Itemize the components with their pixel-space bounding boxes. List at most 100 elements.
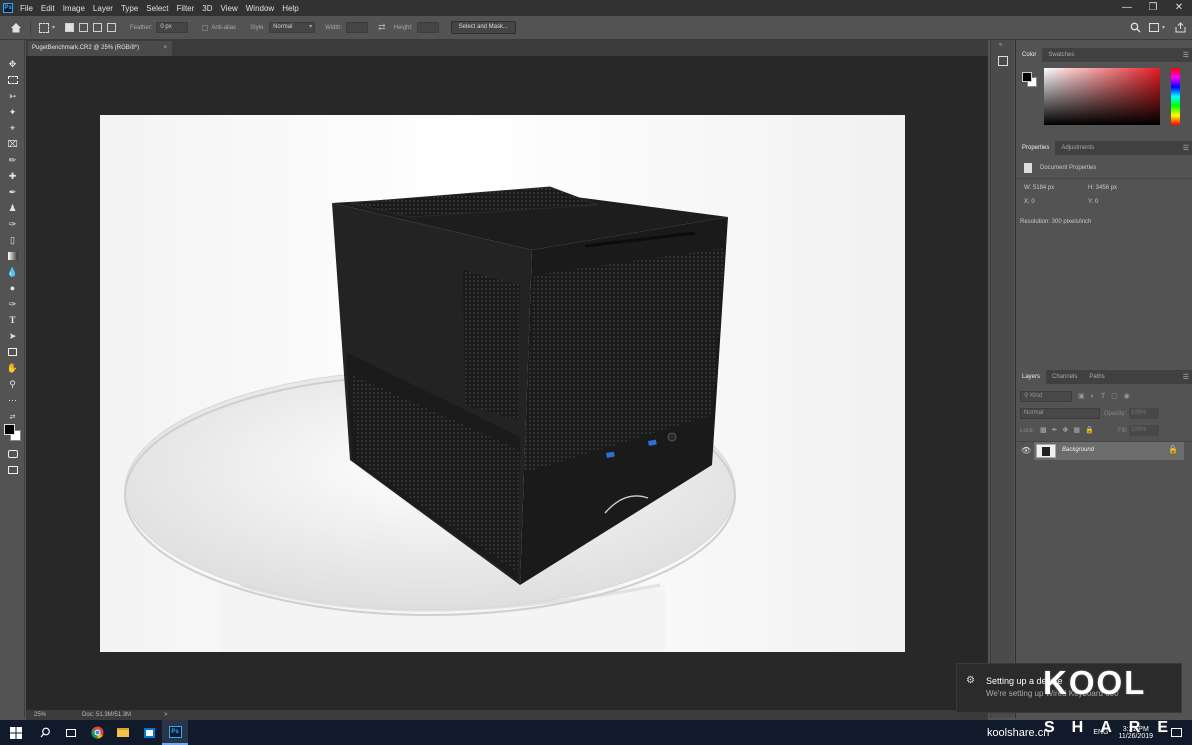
share-icon[interactable] xyxy=(1175,22,1186,33)
photoshop-logo[interactable]: Ps xyxy=(3,3,13,13)
home-icon[interactable] xyxy=(10,22,22,33)
frame-tool-icon[interactable]: ⌧ xyxy=(6,138,19,150)
eraser-tool-icon[interactable]: ▯ xyxy=(6,234,19,246)
menu-window[interactable]: Window xyxy=(246,4,274,13)
status-menu-arrow[interactable]: > xyxy=(164,710,168,720)
history-brush-tool-icon[interactable]: ✑ xyxy=(6,218,19,230)
tab-channels[interactable]: Channels xyxy=(1046,370,1083,384)
zoom-level[interactable]: 25% xyxy=(34,710,46,720)
color-picker-field[interactable] xyxy=(1044,68,1160,125)
feather-input[interactable]: 0 px xyxy=(156,22,189,33)
menu-select[interactable]: Select xyxy=(146,4,168,13)
color-fg-swatch[interactable] xyxy=(1022,72,1032,82)
menu-layer[interactable]: Layer xyxy=(93,4,113,13)
chevron-down-icon[interactable]: ▾ xyxy=(1162,24,1165,31)
layer-filter-kind[interactable]: ⚲ Kind xyxy=(1020,391,1072,402)
panel-menu-icon[interactable]: ☰ xyxy=(1183,373,1189,381)
search-icon[interactable] xyxy=(1130,22,1141,33)
close-document-icon[interactable]: × xyxy=(163,41,167,56)
menu-view[interactable]: View xyxy=(221,4,238,13)
file-explorer-icon[interactable] xyxy=(110,720,136,745)
menu-file[interactable]: File xyxy=(20,4,33,13)
type-tool-icon[interactable]: T xyxy=(6,314,19,326)
store-icon[interactable] xyxy=(136,720,162,745)
swap-icon[interactable]: ⇄ xyxy=(378,22,386,33)
blur-tool-icon[interactable]: 💧 xyxy=(6,266,19,278)
doc-x[interactable]: X: 0 xyxy=(1024,199,1035,205)
select-and-mask-button[interactable]: Select and Mask... xyxy=(450,21,517,34)
intersect-selection-icon[interactable] xyxy=(107,23,117,32)
menu-image[interactable]: Image xyxy=(63,4,85,13)
tab-paths[interactable]: Paths xyxy=(1083,370,1110,384)
subtract-selection-icon[interactable] xyxy=(93,23,103,32)
clone-stamp-tool-icon[interactable]: ♟ xyxy=(6,202,19,214)
marquee-preset-icon[interactable] xyxy=(39,22,49,33)
dodge-tool-icon[interactable]: ● xyxy=(6,282,19,294)
image-canvas[interactable] xyxy=(100,115,905,652)
eyedropper-tool-icon[interactable]: ✏ xyxy=(6,154,19,166)
lasso-tool-icon[interactable]: ➳ xyxy=(6,90,19,102)
height-input[interactable] xyxy=(416,22,439,33)
antialias-checkbox[interactable] xyxy=(202,24,209,31)
menu-edit[interactable]: Edit xyxy=(41,4,55,13)
hand-tool-icon[interactable]: ✋ xyxy=(6,362,19,374)
search-icon[interactable] xyxy=(32,720,58,745)
document-tab[interactable]: PugetBenchmark.CR2 @ 25% (RGB/8*) × xyxy=(28,41,172,56)
lock-icons[interactable]: ▩✒✥▦🔒 xyxy=(1040,426,1099,434)
chrome-icon[interactable] xyxy=(84,720,110,745)
crop-tool-icon[interactable]: ⌖ xyxy=(6,122,19,134)
healing-brush-tool-icon[interactable]: ✚ xyxy=(6,170,19,182)
eye-icon[interactable]: 👁 xyxy=(1021,446,1031,455)
hue-slider[interactable] xyxy=(1171,68,1180,125)
tab-layers[interactable]: Layers xyxy=(1016,370,1047,384)
screen-mode-icon[interactable] xyxy=(6,464,19,476)
style-select[interactable]: Normal ▾ xyxy=(269,22,316,33)
minimize-button[interactable]: — xyxy=(1114,0,1140,16)
layer-filter-icons[interactable]: ▣◐T▢◉ xyxy=(1078,392,1136,400)
doc-width[interactable]: W: 5184 px xyxy=(1024,185,1054,191)
quick-selection-tool-icon[interactable]: ✦ xyxy=(6,106,19,118)
tab-properties[interactable]: Properties xyxy=(1016,141,1056,155)
menu-filter[interactable]: Filter xyxy=(177,4,195,13)
more-tools-icon[interactable]: ⋯ xyxy=(6,394,19,406)
foreground-color-swatch[interactable] xyxy=(4,424,15,435)
doc-y[interactable]: Y: 0 xyxy=(1088,199,1098,205)
panel-menu-icon[interactable]: ☰ xyxy=(1183,144,1189,152)
swap-colors-icon[interactable]: ⇄ xyxy=(6,412,19,424)
menu-help[interactable]: Help xyxy=(282,4,298,13)
gradient-tool-icon[interactable] xyxy=(6,250,19,262)
workspace-icon[interactable] xyxy=(1148,23,1159,32)
collapse-panels-icon[interactable]: « xyxy=(999,42,1002,48)
chevron-down-icon[interactable]: ▾ xyxy=(52,24,55,31)
fill-input[interactable]: 100% xyxy=(1129,425,1159,436)
menu-type[interactable]: Type xyxy=(121,4,138,13)
windows-start-icon[interactable] xyxy=(0,720,32,745)
rectangle-tool-icon[interactable] xyxy=(6,346,19,358)
tab-swatches[interactable]: Swatches xyxy=(1042,48,1080,62)
layer-row-background[interactable]: Background 🔒 xyxy=(1034,442,1184,460)
width-input[interactable] xyxy=(346,22,369,33)
new-selection-icon[interactable] xyxy=(65,23,75,32)
history-panel-icon[interactable] xyxy=(998,56,1008,66)
window-controls: — ❐ ✕ xyxy=(1114,0,1192,16)
marquee-tool-icon[interactable] xyxy=(6,74,19,86)
move-tool-icon[interactable]: ✥ xyxy=(6,58,19,70)
restore-button[interactable]: ❐ xyxy=(1140,0,1166,16)
add-selection-icon[interactable] xyxy=(79,23,89,32)
quick-mask-icon[interactable] xyxy=(6,448,19,460)
opacity-input[interactable]: 100% xyxy=(1129,408,1159,419)
zoom-tool-icon[interactable]: ⚲ xyxy=(6,378,19,390)
brush-tool-icon[interactable]: ✒ xyxy=(6,186,19,198)
doc-height[interactable]: H: 3456 px xyxy=(1088,185,1117,191)
tab-color[interactable]: Color xyxy=(1016,48,1043,62)
menu-3d[interactable]: 3D xyxy=(202,4,212,13)
layer-name[interactable]: Background xyxy=(1062,447,1094,453)
task-view-icon[interactable] xyxy=(58,720,84,745)
photoshop-taskbar-icon[interactable]: Ps xyxy=(162,720,188,745)
pen-tool-icon[interactable]: ✑ xyxy=(6,298,19,310)
panel-menu-icon[interactable]: ☰ xyxy=(1183,51,1189,59)
tab-adjustments[interactable]: Adjustments xyxy=(1055,141,1100,155)
path-selection-tool-icon[interactable]: ➤ xyxy=(6,330,19,342)
close-window-button[interactable]: ✕ xyxy=(1166,0,1192,16)
blend-mode-select[interactable]: Normal xyxy=(1020,408,1100,419)
